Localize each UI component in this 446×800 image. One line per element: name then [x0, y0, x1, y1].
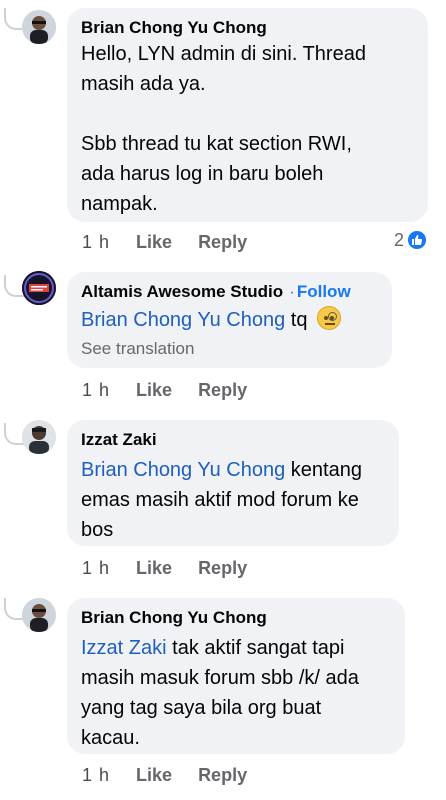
reply-button[interactable]: Reply [198, 558, 247, 579]
comment-actions: 1 h Like Reply [82, 380, 247, 401]
comment-text: Brian Chong Yu Chong kentang emas masih … [81, 459, 362, 541]
comment-author[interactable]: Altamis Awesome Studio [81, 282, 283, 301]
comment-actions: 1 h Like Reply [82, 232, 247, 253]
comment-time[interactable]: 1 h [82, 558, 110, 579]
comment-author-row: Altamis Awesome Studio · Follow [81, 281, 378, 303]
reply-button[interactable]: Reply [198, 765, 247, 786]
comment-text: Brian Chong Yu Chong tq [81, 305, 378, 335]
comment-time[interactable]: 1 h [82, 232, 110, 253]
reply-button[interactable]: Reply [198, 232, 247, 253]
like-button[interactable]: Like [136, 558, 172, 579]
comment-author[interactable]: Brian Chong Yu Chong [81, 607, 391, 629]
avatar[interactable] [22, 10, 56, 44]
comment-time[interactable]: 1 h [82, 380, 110, 401]
avatar[interactable] [22, 271, 56, 305]
follow-button[interactable]: Follow [297, 282, 351, 301]
mention-link[interactable]: Brian Chong Yu Chong [81, 309, 285, 331]
avatar[interactable] [22, 420, 56, 454]
thumbs-up-icon [406, 229, 428, 251]
separator-dot: · [289, 282, 295, 301]
mention-link[interactable]: Izzat Zaki [81, 637, 167, 659]
comment-actions: 1 h Like Reply [82, 558, 247, 579]
reply-button[interactable]: Reply [198, 380, 247, 401]
comment-text: Izzat Zaki tak aktif sangat tapi masih m… [81, 637, 359, 749]
like-button[interactable]: Like [136, 232, 172, 253]
comment-bubble: Altamis Awesome Studio · Follow Brian Chon… [67, 272, 392, 368]
comment-bubble: Brian Chong Yu Chong Hello, LYN admin di… [67, 8, 428, 222]
comment-bubble: Brian Chong Yu Chong Izzat Zaki tak akti… [67, 598, 405, 754]
comment-author[interactable]: Izzat Zaki [81, 429, 385, 451]
reaction-count[interactable]: 2 [394, 229, 428, 251]
comment-text: Hello, LYN admin di sini. Thread masih a… [81, 43, 366, 215]
reaction-count-value: 2 [393, 229, 404, 250]
monocle-face-emoji-icon [317, 306, 342, 330]
like-button[interactable]: Like [136, 765, 172, 786]
see-translation-link[interactable]: See translation [81, 337, 378, 361]
comment-time[interactable]: 1 h [82, 765, 110, 786]
like-button[interactable]: Like [136, 380, 172, 401]
comment-author[interactable]: Brian Chong Yu Chong [81, 17, 414, 39]
mention-link[interactable]: Brian Chong Yu Chong [81, 459, 285, 481]
comment-actions: 1 h Like Reply [82, 765, 247, 786]
comment-bubble: Izzat Zaki Brian Chong Yu Chong kentang … [67, 420, 399, 546]
avatar[interactable] [22, 598, 56, 632]
